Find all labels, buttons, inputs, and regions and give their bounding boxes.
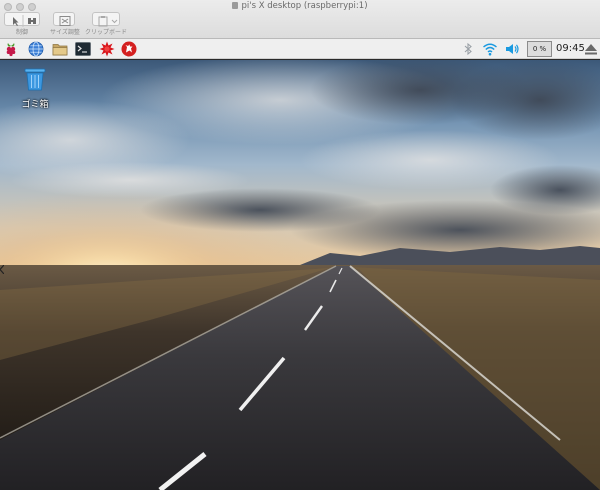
wallpaper-image (0, 60, 600, 490)
pointer-keyboard-icon (13, 15, 36, 27)
control-label: 制御 (16, 29, 29, 36)
trash-desktop-icon[interactable]: ゴミ箱 (14, 66, 56, 110)
clock-text: 09:45 (556, 43, 585, 54)
cpu-usage-monitor[interactable]: 0 % (527, 41, 552, 57)
wolfram-icon[interactable] (121, 41, 137, 57)
bluetooth-icon[interactable] (460, 41, 476, 57)
math-star-icon[interactable] (99, 41, 115, 57)
clock[interactable]: 09:45 (556, 42, 585, 56)
terminal-icon[interactable] (75, 41, 91, 57)
raspberry-menu-icon[interactable] (3, 41, 19, 57)
window-title-text: pi's X desktop (raspberrypi:1) (241, 1, 368, 11)
resize-button[interactable] (53, 12, 75, 26)
trash-label: ゴミ箱 (21, 100, 49, 110)
window-title: pi's X desktop (raspberrypi:1) (0, 1, 600, 12)
clipboard-button[interactable] (92, 12, 120, 27)
desktop[interactable]: ゴミ箱 (0, 60, 600, 490)
wifi-icon[interactable] (482, 41, 498, 57)
cpu-usage-text: 0 % (532, 45, 547, 53)
resize-icon (59, 16, 71, 26)
viewer-titlebar: pi's X desktop (raspberrypi:1) 制御 サイズ調整 … (0, 0, 600, 39)
clipboard-icon (98, 16, 118, 27)
volume-icon[interactable] (504, 41, 520, 57)
eject-icon[interactable] (583, 41, 599, 57)
control-button[interactable] (4, 12, 40, 27)
clipboard-label: クリップボード (85, 29, 128, 36)
file-manager-icon[interactable] (52, 41, 68, 57)
trash-can-icon (24, 68, 46, 91)
lock-icon (232, 2, 239, 9)
left-edge-marker-icon (0, 265, 4, 274)
web-browser-icon[interactable] (28, 41, 44, 57)
resize-label: サイズ調整 (50, 29, 80, 36)
